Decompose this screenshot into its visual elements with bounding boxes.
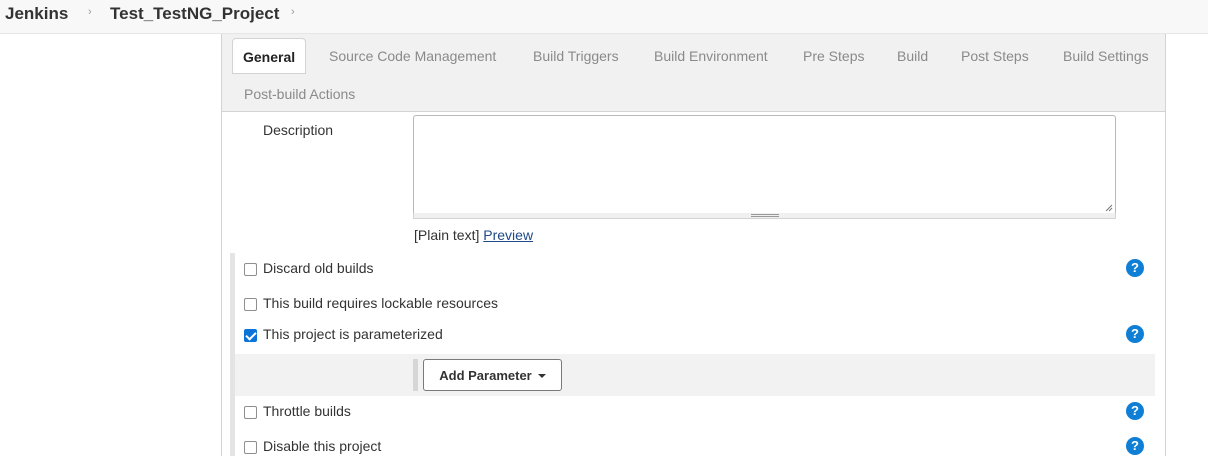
description-resize-grip[interactable] — [413, 213, 1116, 219]
help-icon[interactable]: ? — [1126, 402, 1144, 420]
chevron-right-icon: › — [88, 6, 92, 18]
description-field[interactable] — [413, 115, 1116, 215]
discard-old-builds-checkbox[interactable] — [244, 263, 257, 276]
lockable-resources-label[interactable]: This build requires lockable resources — [263, 295, 498, 311]
help-icon[interactable]: ? — [1126, 325, 1144, 343]
description-label: Description — [263, 122, 334, 138]
tab-post-build-actions[interactable]: Post-build Actions — [244, 86, 355, 102]
preview-link[interactable]: Preview — [483, 227, 533, 243]
breadcrumb: Jenkins › Test_TestNG_Project › — [0, 0, 1208, 34]
add-parameter-button[interactable]: Add Parameter — [423, 359, 562, 391]
discard-old-builds-label[interactable]: Discard old builds — [263, 260, 374, 276]
tab-pre-steps[interactable]: Pre Steps — [803, 48, 864, 64]
plain-text-label: [Plain text] — [414, 227, 480, 243]
caret-down-icon — [537, 374, 546, 379]
parameterized-label[interactable]: This project is parameterized — [263, 326, 443, 342]
lockable-resources-checkbox[interactable] — [244, 298, 257, 311]
add-parameter-label: Add Parameter — [439, 367, 532, 383]
config-panel: General Source Code Management Build Tri… — [221, 34, 1166, 456]
format-note: [Plain text] Preview — [414, 227, 533, 243]
tab-source-code-management[interactable]: Source Code Management — [329, 48, 496, 64]
breadcrumb-jenkins[interactable]: Jenkins — [5, 4, 68, 24]
tab-post-steps[interactable]: Post Steps — [961, 48, 1029, 64]
resize-handle-icon[interactable] — [1105, 204, 1113, 212]
help-icon[interactable]: ? — [1126, 259, 1144, 277]
breadcrumb-project[interactable]: Test_TestNG_Project — [110, 4, 279, 24]
grip-handle-icon — [751, 214, 779, 217]
tab-build-settings[interactable]: Build Settings — [1063, 48, 1149, 64]
description-input[interactable] — [414, 116, 1115, 213]
tab-general[interactable]: General — [232, 38, 307, 74]
help-icon[interactable]: ? — [1126, 437, 1144, 455]
tab-build-environment[interactable]: Build Environment — [654, 48, 768, 64]
parameter-section-strip — [413, 359, 418, 391]
parameterized-checkbox[interactable] — [244, 329, 257, 342]
chevron-right-icon[interactable]: › — [291, 6, 295, 18]
disable-project-checkbox[interactable] — [244, 441, 257, 454]
parameter-section: Add Parameter — [235, 354, 1155, 396]
tab-build[interactable]: Build — [897, 48, 928, 64]
disable-project-label[interactable]: Disable this project — [263, 438, 381, 454]
tab-bar: General Source Code Management Build Tri… — [222, 34, 1165, 112]
throttle-builds-label[interactable]: Throttle builds — [263, 403, 351, 419]
tab-build-triggers[interactable]: Build Triggers — [533, 48, 619, 64]
throttle-builds-checkbox[interactable] — [244, 406, 257, 419]
